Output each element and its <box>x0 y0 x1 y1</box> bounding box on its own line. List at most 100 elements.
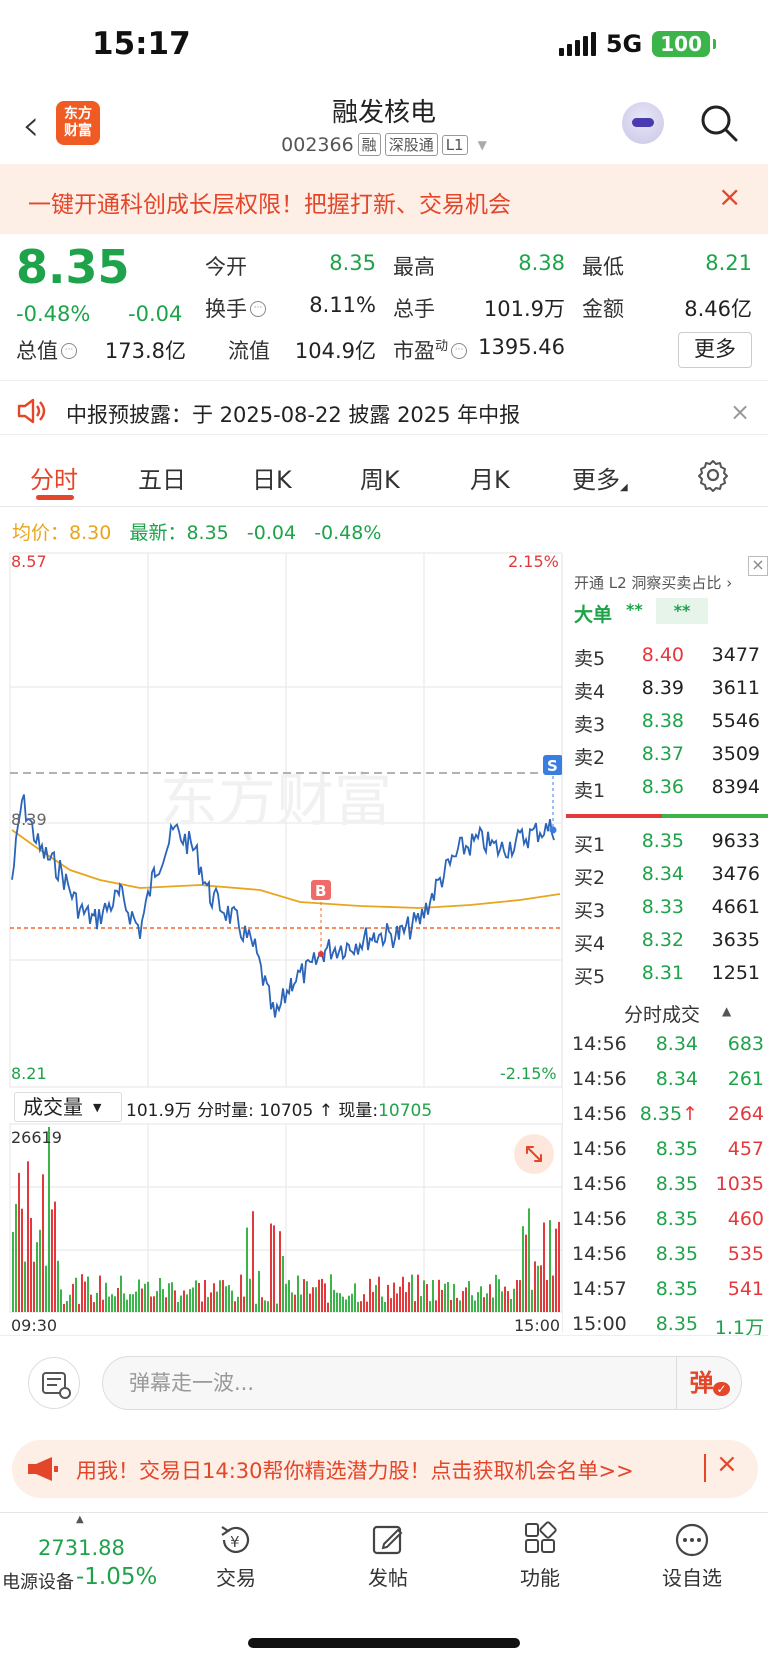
volume-bar <box>495 1274 497 1312</box>
comment-list-icon[interactable] <box>28 1357 80 1409</box>
level-volume: 9633 <box>711 830 760 852</box>
tab-more[interactable]: 更多◢ <box>572 460 628 495</box>
ask-row[interactable]: 卖2 8.37 3509 <box>574 743 760 775</box>
nav-trade[interactable]: ¥ 交易 <box>186 1520 286 1591</box>
danmaku-button[interactable]: 弹 ✓ <box>676 1357 742 1409</box>
notice-text[interactable]: 中报预披露：于 2025-08-22 披露 2025 年中报 <box>66 399 520 429</box>
index-value[interactable]: 2731.88 <box>38 1536 125 1560</box>
index-name[interactable]: 电源设备 <box>2 1568 74 1594</box>
tab-daily-k[interactable]: 日K <box>252 460 292 495</box>
nav-post[interactable]: 发帖 <box>338 1520 438 1591</box>
volume-bar <box>462 1291 464 1312</box>
tick-price: 8.35 <box>655 1243 698 1265</box>
sell-ratio-bar <box>566 814 662 818</box>
volume-bar <box>180 1295 182 1312</box>
tab-more-label: 更多 <box>572 466 620 494</box>
last-label: 最新： <box>129 522 187 544</box>
expand-icon[interactable] <box>514 1134 554 1174</box>
bid-row[interactable]: 买2 8.34 3476 <box>574 863 760 895</box>
tick-price: 8.35 <box>655 1313 698 1335</box>
volume-bar <box>126 1299 128 1312</box>
ask-row[interactable]: 卖5 8.40 3477 <box>574 644 760 676</box>
chevron-down-icon: ▼ <box>93 1101 102 1114</box>
danmaku-button-label: 弹 <box>689 1369 714 1397</box>
signal-icon <box>558 32 596 56</box>
volume-bar <box>447 1282 449 1312</box>
indicator-select[interactable]: 成交量 ▼ <box>14 1092 122 1122</box>
tick-volume: 1035 <box>715 1173 764 1195</box>
quote-value: 104.9亿 <box>294 339 376 363</box>
quote-value: 8.38 <box>518 251 565 275</box>
divider <box>0 506 768 507</box>
gear-icon[interactable] <box>696 458 730 492</box>
close-icon[interactable]: × <box>716 1449 738 1479</box>
close-icon[interactable]: × <box>718 180 741 213</box>
volume-bar <box>258 1271 260 1312</box>
chevron-up-icon[interactable]: ▲ <box>76 1514 84 1525</box>
tab-weekly-k[interactable]: 周K <box>360 460 400 495</box>
volume-bar <box>198 1283 200 1312</box>
nav-add-watchlist[interactable]: 设自选 <box>642 1520 742 1591</box>
tab-five-day[interactable]: 五日 <box>138 460 186 495</box>
sell-marker-dot <box>549 826 557 834</box>
tick-row: 14:56 8.35↑ 264 <box>572 1103 764 1137</box>
volume-bar <box>72 1283 74 1312</box>
volume-bar <box>330 1274 332 1312</box>
bid-row[interactable]: 买5 8.31 1251 <box>574 962 760 994</box>
intraday-chart[interactable]: 东方财富 B S <box>0 550 562 1340</box>
assistant-robot-icon[interactable] <box>622 102 664 144</box>
bid-row[interactable]: 买4 8.32 3635 <box>574 929 760 961</box>
close-icon[interactable]: × <box>730 398 750 426</box>
volume-bar <box>27 1161 29 1312</box>
volume-bar <box>78 1303 80 1312</box>
tab-monthly-k[interactable]: 月K <box>470 460 510 495</box>
volume-bar <box>120 1275 122 1312</box>
danmaku-input[interactable]: 弹幕走一波... <box>102 1356 742 1410</box>
volume-bar <box>438 1279 440 1312</box>
volume-bar <box>348 1295 350 1312</box>
volume-bar <box>273 1225 275 1312</box>
bid-row[interactable]: 买1 8.35 9633 <box>574 830 760 862</box>
volume-bar <box>207 1297 209 1312</box>
volume-bar <box>366 1301 368 1312</box>
close-icon[interactable]: × <box>748 556 768 576</box>
search-icon[interactable] <box>700 104 738 142</box>
divider <box>704 1454 706 1482</box>
volume-bar <box>324 1283 326 1312</box>
tick-time: 14:56 <box>572 1138 627 1160</box>
volume-bar <box>39 1229 41 1312</box>
volume-bar <box>132 1294 134 1312</box>
l2-upsell-link[interactable]: 开通 L2 洞察买卖占比 › <box>574 572 732 593</box>
promo-text[interactable]: 一键开通科创成长层权限！把握打新、交易机会 <box>28 185 511 219</box>
ad-banner-text[interactable]: 用我！交易日14:30帮你精选潜力股！点击获取机会名单>> <box>76 1455 634 1485</box>
ask-row[interactable]: 卖1 8.36 8394 <box>574 776 760 808</box>
tick-row: 14:57 8.35 541 <box>572 1278 764 1312</box>
volume-bar <box>396 1293 398 1312</box>
level-label: 买4 <box>574 933 606 955</box>
volume-bar <box>537 1265 539 1312</box>
volume-bar <box>81 1274 83 1312</box>
volume-bar <box>138 1279 140 1312</box>
volume-bar <box>519 1280 521 1312</box>
volume-bar <box>177 1302 179 1312</box>
level-price: 8.39 <box>641 677 684 699</box>
ask-row[interactable]: 卖3 8.38 5546 <box>574 710 760 742</box>
volume-bar <box>279 1231 281 1312</box>
volume-total: 101.9万 <box>126 1101 192 1121</box>
tab-intraday[interactable]: 分时 <box>30 460 78 495</box>
ticks-title[interactable]: 分时成交 <box>624 1000 700 1027</box>
chevron-up-icon[interactable]: ▲ <box>722 1004 731 1018</box>
nav-function[interactable]: 功能 <box>490 1520 590 1591</box>
volume-bar <box>474 1300 476 1312</box>
bid-row[interactable]: 买3 8.33 4661 <box>574 896 760 928</box>
volume-bar <box>84 1281 86 1312</box>
volume-bar <box>375 1285 377 1312</box>
more-button[interactable]: 更多 <box>678 332 752 368</box>
ask-row[interactable]: 卖4 8.39 3611 <box>574 677 760 709</box>
tick-price: 8.35 <box>655 1138 698 1160</box>
period-label: 分时量: <box>197 1101 254 1121</box>
status-time: 15:17 <box>92 26 191 62</box>
index-change[interactable]: -1.05% <box>76 1564 157 1590</box>
chevron-down-icon[interactable]: ▼ <box>478 138 487 152</box>
last-price: 8.35 <box>16 240 130 294</box>
